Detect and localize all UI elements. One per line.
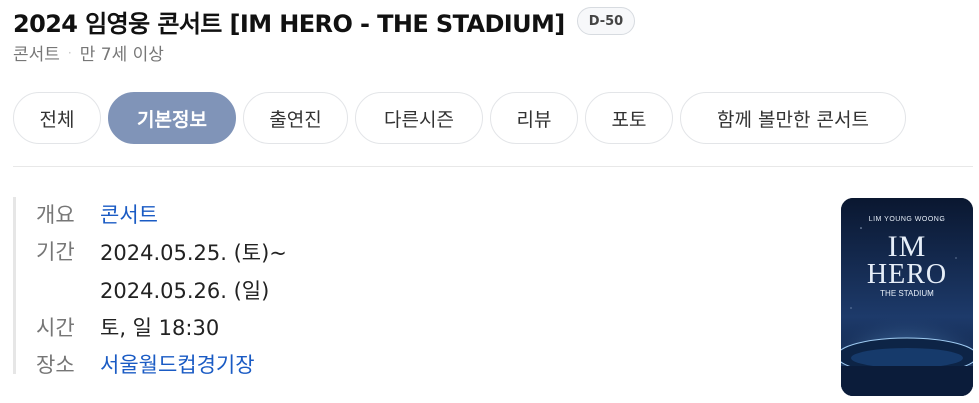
page-header: 2024 임영웅 콘서트 [IM HERO - THE STADIUM] D-5… bbox=[13, 4, 959, 38]
tab-basic-info[interactable]: 기본정보 bbox=[108, 92, 236, 144]
overview-row: 개요 콘서트 bbox=[36, 197, 513, 234]
overview-link[interactable]: 콘서트 bbox=[100, 197, 158, 234]
poster-artwork: LIM YOUNG WOONG IM HERO THE STADIUM bbox=[841, 198, 973, 396]
tab-related-concerts[interactable]: 함께 볼만한 콘서트 bbox=[680, 92, 906, 144]
time-value: 토, 일 18:30 bbox=[100, 316, 220, 340]
tab-reviews[interactable]: 리뷰 bbox=[490, 92, 578, 144]
poster-artist-text: LIM YOUNG WOONG bbox=[869, 216, 946, 223]
venue-row: 장소 서울월드컵경기장 bbox=[36, 347, 513, 384]
dday-badge: D-50 bbox=[576, 7, 636, 35]
category-text: 콘서트 bbox=[13, 45, 60, 65]
section-divider bbox=[13, 166, 973, 167]
period-row: 기간 2024.05.25. (토)~ 2024.05.26. (일) bbox=[36, 234, 513, 310]
time-row: 시간 토, 일 18:30 bbox=[36, 310, 513, 347]
tab-all[interactable]: 전체 bbox=[13, 92, 101, 144]
period-value: 2024.05.25. (토)~ 2024.05.26. (일) bbox=[100, 234, 287, 310]
tab-bar: 전체 기본정보 출연진 다른시즌 리뷰 포토 함께 볼만한 콘서트 bbox=[13, 92, 906, 144]
tab-photos[interactable]: 포토 bbox=[585, 92, 673, 144]
time-label: 시간 bbox=[36, 316, 75, 340]
page-title: 2024 임영웅 콘서트 [IM HERO - THE STADIUM] bbox=[13, 9, 565, 38]
separator-dot: · bbox=[67, 45, 72, 60]
age-rating-text: 만 7세 이상 bbox=[79, 45, 164, 65]
venue-link[interactable]: 서울월드컵경기장 bbox=[100, 347, 255, 384]
overview-label: 개요 bbox=[36, 203, 75, 227]
tab-other-seasons[interactable]: 다른시즌 bbox=[355, 92, 483, 144]
poster-image[interactable]: LIM YOUNG WOONG IM HERO THE STADIUM bbox=[841, 198, 973, 396]
period-label: 기간 bbox=[36, 240, 75, 264]
tab-cast[interactable]: 출연진 bbox=[243, 92, 348, 144]
period-end: 2024.05.26. (일) bbox=[100, 279, 270, 303]
poster-title-line2: HERO bbox=[867, 259, 947, 290]
venue-label: 장소 bbox=[36, 353, 75, 377]
info-panel: 개요 콘서트 기간 2024.05.25. (토)~ 2024.05.26. (… bbox=[13, 197, 513, 377]
subline: 콘서트 · 만 7세 이상 bbox=[13, 40, 164, 65]
poster-subtitle-text: THE STADIUM bbox=[880, 289, 934, 298]
period-start: 2024.05.25. (토)~ bbox=[100, 241, 287, 265]
